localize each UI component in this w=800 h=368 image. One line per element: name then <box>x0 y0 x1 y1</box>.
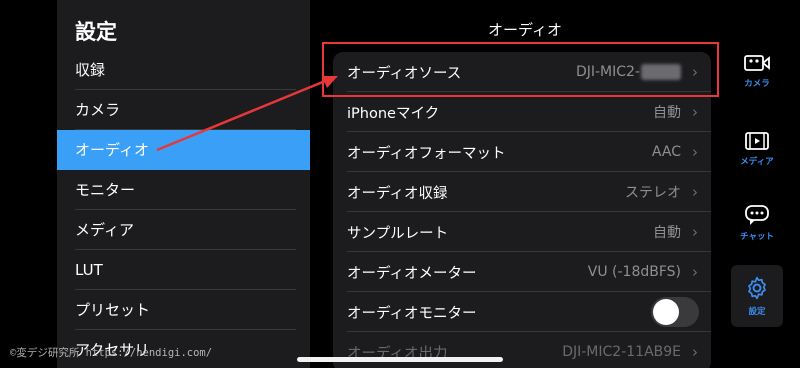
chat-icon <box>745 205 769 225</box>
watermark: ©変デジ研究所 https://hendigi.com/ <box>10 347 213 359</box>
tab-label: 設定 <box>748 307 766 317</box>
gear-icon <box>748 276 766 300</box>
tab-settings[interactable]: 設定 <box>731 265 783 327</box>
annotation-arrow <box>156 76 338 152</box>
tab-chat[interactable]: チャット <box>731 192 783 254</box>
tab-label: チャット <box>740 232 774 242</box>
camera-icon <box>744 55 770 71</box>
tab-label: カメラ <box>744 79 770 89</box>
film-icon <box>745 132 769 150</box>
tab-camera[interactable]: カメラ <box>731 40 783 102</box>
home-indicator[interactable] <box>297 357 503 362</box>
tab-label: メディア <box>740 157 774 167</box>
tab-media[interactable]: メディア <box>731 118 783 180</box>
